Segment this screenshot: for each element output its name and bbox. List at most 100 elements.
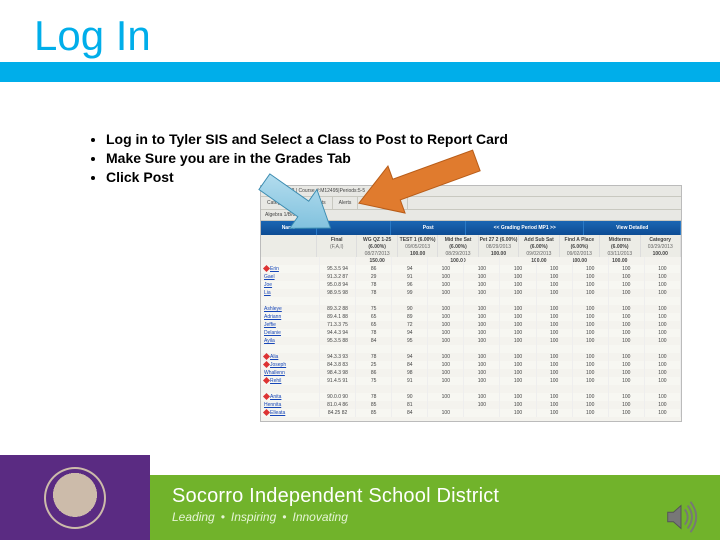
grade-cell[interactable]: 100 <box>609 377 645 385</box>
grade-cell[interactable]: 25 <box>356 361 392 369</box>
grade-cell[interactable]: 100 <box>537 273 573 281</box>
grade-cell[interactable]: 75 <box>356 377 392 385</box>
grade-cell[interactable]: 100 <box>464 361 500 369</box>
grade-cell[interactable] <box>645 257 681 265</box>
grade-cell[interactable]: 100 <box>464 281 500 289</box>
grade-cell[interactable]: 100 <box>537 401 573 409</box>
student-name-cell[interactable]: Whallenn <box>261 369 320 377</box>
grade-cell[interactable] <box>356 297 392 305</box>
gp-next[interactable]: >> <box>550 225 556 231</box>
grade-cell[interactable]: 100 <box>573 369 609 377</box>
grade-cell[interactable]: 65 <box>356 313 392 321</box>
grade-cell[interactable]: 100 <box>537 305 573 313</box>
grade-cell[interactable]: 100 <box>645 305 681 313</box>
grade-cell[interactable] <box>464 297 500 305</box>
grade-cell[interactable]: 100 <box>464 321 500 329</box>
grade-cell[interactable]: 100 <box>645 361 681 369</box>
grade-cell[interactable]: 100 <box>464 329 500 337</box>
student-name-cell[interactable]: Elleata <box>261 409 320 417</box>
grade-cell[interactable]: 100 <box>645 321 681 329</box>
grade-cell[interactable]: 100 <box>645 289 681 297</box>
grade-cell[interactable]: 100 <box>464 353 500 361</box>
grade-cell[interactable]: 100 <box>428 409 464 417</box>
grade-cell[interactable] <box>500 297 536 305</box>
grade-cell[interactable] <box>428 385 464 393</box>
grade-cell[interactable]: 100 <box>573 265 609 273</box>
grade-cell[interactable]: 78 <box>356 289 392 297</box>
grade-cell[interactable]: 98 <box>392 369 428 377</box>
grade-cell[interactable]: 100 <box>537 393 573 401</box>
grade-cell[interactable] <box>645 345 681 353</box>
gp-select[interactable]: MP1 <box>538 225 548 231</box>
grade-cell[interactable]: 84 <box>392 361 428 369</box>
grade-cell[interactable] <box>356 385 392 393</box>
grade-cell[interactable]: 86 <box>356 265 392 273</box>
grade-cell[interactable]: 100 <box>500 329 536 337</box>
grade-cell[interactable]: 100 <box>609 289 645 297</box>
student-name-cell[interactable]: Hennita <box>261 401 320 409</box>
grade-cell[interactable]: 100 <box>500 393 536 401</box>
grade-cell[interactable]: 78 <box>356 281 392 289</box>
grade-cell[interactable] <box>645 385 681 393</box>
grade-cell[interactable]: 100 <box>609 409 645 417</box>
grade-cell[interactable]: 100 <box>464 313 500 321</box>
grade-cell[interactable]: 100 <box>464 305 500 313</box>
grade-cell[interactable]: 100 <box>573 281 609 289</box>
grade-cell[interactable]: 100 <box>537 409 573 417</box>
student-name-cell[interactable]: Gael <box>261 273 320 281</box>
student-name-cell[interactable]: Delanie <box>261 329 320 337</box>
grade-cell[interactable]: 91 <box>392 273 428 281</box>
grade-cell[interactable] <box>356 257 392 265</box>
grade-cell[interactable] <box>392 257 428 265</box>
grade-cell[interactable]: 100 <box>573 409 609 417</box>
grade-cell[interactable]: 100 <box>609 305 645 313</box>
grade-cell[interactable]: 100 <box>645 329 681 337</box>
student-name-cell[interactable]: Alia <box>261 353 320 361</box>
grade-cell[interactable] <box>464 345 500 353</box>
grade-cell[interactable]: 78 <box>356 329 392 337</box>
tab-grade-reporting[interactable]: Grade Reporting <box>358 197 408 209</box>
grade-cell[interactable]: 96 <box>392 281 428 289</box>
grade-cell[interactable]: 100 <box>500 265 536 273</box>
grade-cell[interactable]: 100 <box>428 353 464 361</box>
grade-cell[interactable]: 100 <box>645 265 681 273</box>
grade-cell[interactable]: 100 <box>537 281 573 289</box>
grade-cell[interactable]: 100 <box>500 289 536 297</box>
grade-cell[interactable]: 90 <box>392 393 428 401</box>
grade-cell[interactable]: 100 <box>609 393 645 401</box>
grade-cell[interactable]: 84 <box>392 409 428 417</box>
grade-cell[interactable] <box>537 345 573 353</box>
grade-cell[interactable]: 100 <box>464 401 500 409</box>
grade-cell[interactable]: 90 <box>392 305 428 313</box>
grade-cell[interactable]: 100 <box>428 313 464 321</box>
grade-cell[interactable]: 95 <box>392 337 428 345</box>
grade-cell[interactable]: 100 <box>537 265 573 273</box>
grade-cell[interactable]: 100 <box>428 321 464 329</box>
grade-cell[interactable]: 100 <box>428 281 464 289</box>
grade-cell[interactable]: 100 <box>428 369 464 377</box>
grade-cell[interactable]: 100 <box>464 377 500 385</box>
student-name-cell[interactable]: Erin <box>261 265 320 273</box>
grade-cell[interactable]: 94 <box>392 329 428 337</box>
grade-cell[interactable]: 100 <box>428 329 464 337</box>
grade-cell[interactable]: 65 <box>356 321 392 329</box>
grade-cell[interactable]: 100 <box>573 377 609 385</box>
grade-cell[interactable]: 100 <box>609 321 645 329</box>
grade-cell[interactable]: 100 <box>500 353 536 361</box>
grade-cell[interactable]: 100 <box>537 289 573 297</box>
grade-cell[interactable] <box>537 297 573 305</box>
grade-cell[interactable]: 94 <box>392 265 428 273</box>
grade-cell[interactable]: 81 <box>392 401 428 409</box>
grade-cell[interactable] <box>537 385 573 393</box>
grade-cell[interactable]: 100 <box>573 289 609 297</box>
grade-cell[interactable]: 100 <box>537 329 573 337</box>
student-name-cell[interactable]: Joe <box>261 281 320 289</box>
student-name-cell[interactable]: Lia <box>261 289 320 297</box>
grade-cell[interactable]: 100 <box>645 393 681 401</box>
grade-cell[interactable]: 84 <box>356 337 392 345</box>
grade-cell[interactable]: 100 <box>645 369 681 377</box>
grade-cell[interactable]: 100 <box>500 281 536 289</box>
grade-cell[interactable] <box>573 385 609 393</box>
grade-cell[interactable]: 75 <box>356 305 392 313</box>
grade-cell[interactable]: 91 <box>392 377 428 385</box>
